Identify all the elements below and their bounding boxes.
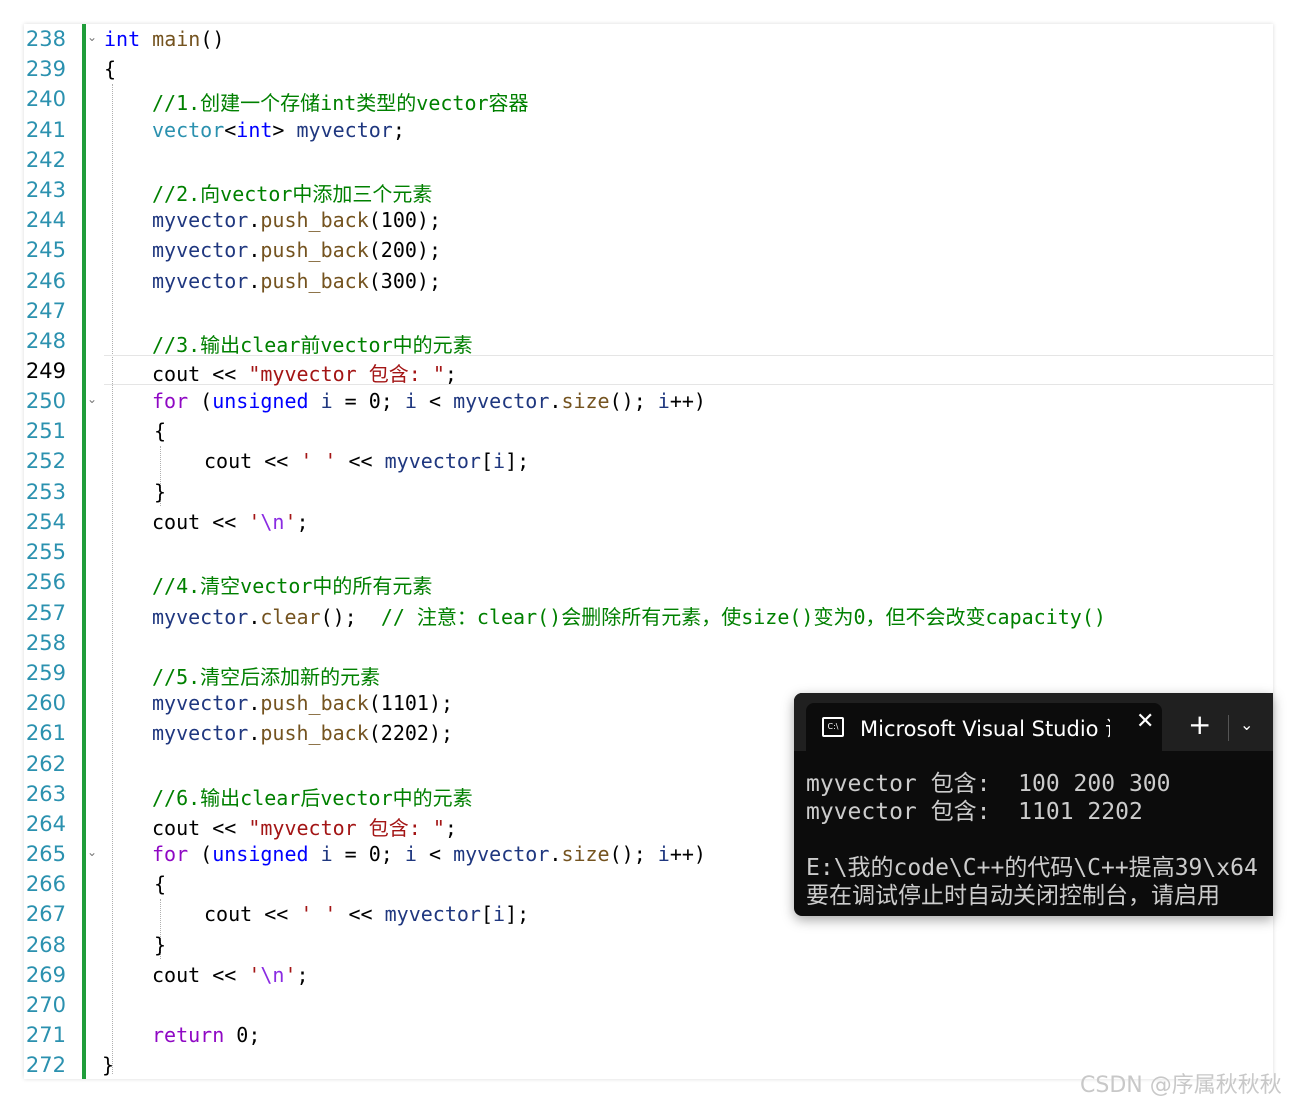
comment-text: //5.清空后添加新的元素 <box>152 665 381 689</box>
console-title-bar[interactable]: C:\ Microsoft Visual Studio 调试控制台 ✕ + ⌄ <box>794 693 1273 751</box>
code-line[interactable]: return 0; <box>24 1020 1273 1050</box>
code-text: { <box>104 57 117 81</box>
line-number: 262 <box>25 752 66 776</box>
code-text: { <box>154 419 167 443</box>
code-line[interactable]: cout << '\n'; <box>24 960 1273 990</box>
code-text: myvector.push_back(100); <box>152 208 441 232</box>
code-line[interactable]: //2.向vector中添加三个元素 <box>24 175 1273 206</box>
comment-text: //1.创建一个存储int类型的vector容器 <box>152 91 529 115</box>
new-tab-button[interactable]: + <box>1188 711 1211 739</box>
debug-console-window[interactable]: C:\ Microsoft Visual Studio 调试控制台 ✕ + ⌄ … <box>794 693 1273 916</box>
code-text: } <box>154 933 167 957</box>
code-line[interactable]: int main() <box>24 24 1273 54</box>
code-line[interactable]: myvector.push_back(100); <box>24 205 1273 235</box>
code-line[interactable]: //5.清空后添加新的元素 <box>24 658 1273 689</box>
code-line[interactable]: //1.创建一个存储int类型的vector容器 <box>24 84 1273 115</box>
code-text: } <box>102 1053 115 1077</box>
code-editor[interactable]: 238 239 240 241 242 243 244 245 246 247 248 249 250 2… <box>24 24 1273 1079</box>
close-icon[interactable]: ✕ <box>1136 709 1154 734</box>
line-number: 247 <box>25 299 66 323</box>
console-tab-title: Microsoft Visual Studio 调试控制台 <box>860 717 1110 741</box>
code-text: { <box>154 872 167 896</box>
code-line[interactable]: for (unsigned i = 0; i < myvector.size()… <box>24 386 1273 416</box>
code-line[interactable]: myvector.push_back(300); <box>24 266 1273 296</box>
comment-text: //2.向vector中添加三个元素 <box>152 182 433 206</box>
code-text: cout << '\n'; <box>152 963 309 987</box>
current-code-line[interactable]: cout << "myvector 包含: "; <box>104 355 1273 386</box>
tab-divider <box>1228 715 1229 741</box>
line-number: 242 <box>25 148 66 172</box>
line-number: 258 <box>25 631 66 655</box>
code-text: myvector.push_back(1101); <box>152 691 454 715</box>
code-line[interactable]: //3.输出clear前vector中的元素 <box>24 326 1273 357</box>
code-text: return 0; <box>152 1023 261 1047</box>
chevron-down-icon[interactable]: ⌄ <box>1240 715 1253 734</box>
comment-text: //4.清空vector中的所有元素 <box>152 574 433 598</box>
terminal-icon: C:\ <box>822 717 844 737</box>
console-tab[interactable]: C:\ Microsoft Visual Studio 调试控制台 ✕ <box>806 703 1162 751</box>
line-number: 249 <box>25 359 66 383</box>
code-text: cout << '\n'; <box>152 510 309 534</box>
code-line[interactable]: vector<int> myvector; <box>24 115 1273 145</box>
watermark: CSDN @序属秋秋秋 <box>1080 1073 1282 1098</box>
code-text: vector<int> myvector; <box>152 118 405 142</box>
comment-text: //6.输出clear后vector中的元素 <box>152 786 473 810</box>
code-line[interactable]: } <box>24 477 1273 507</box>
code-text: myvector.push_back(2202); <box>152 721 454 745</box>
code-line[interactable]: cout << '\n'; <box>24 507 1273 537</box>
code-line[interactable]: cout << ' ' << myvector[i]; <box>24 446 1273 476</box>
code-line[interactable]: { <box>24 416 1273 446</box>
code-text: for (unsigned i = 0; i < myvector.size()… <box>152 389 706 413</box>
code-text: } <box>154 480 167 504</box>
code-text: cout << "myvector 包含: "; <box>152 816 457 840</box>
console-output-line: myvector 包含: 1101 2202 <box>806 799 1143 825</box>
code-line[interactable]: { <box>24 54 1273 84</box>
code-text: for (unsigned i = 0; i < myvector.size()… <box>152 842 706 866</box>
code-line[interactable]: } <box>24 930 1273 960</box>
code-text: myvector.clear(); // 注意：clear()会删除所有元素，使… <box>152 605 1106 629</box>
code-text: int main() <box>104 27 225 51</box>
line-number: 270 <box>25 993 66 1017</box>
comment-text: //3.输出clear前vector中的元素 <box>152 333 473 357</box>
console-output-line: 要在调试停止时自动关闭控制台，请启用 <box>806 883 1220 909</box>
line-number: 255 <box>25 540 66 564</box>
code-text: cout << ' ' << myvector[i]; <box>204 449 530 473</box>
code-text: cout << "myvector 包含: "; <box>152 362 457 386</box>
code-text: myvector.push_back(300); <box>152 269 441 293</box>
code-text: myvector.push_back(200); <box>152 238 441 262</box>
code-line[interactable]: //4.清空vector中的所有元素 <box>24 567 1273 598</box>
code-text: cout << ' ' << myvector[i]; <box>204 902 530 926</box>
code-line[interactable]: myvector.clear(); // 注意：clear()会删除所有元素，使… <box>24 598 1273 629</box>
code-line[interactable]: myvector.push_back(200); <box>24 235 1273 265</box>
